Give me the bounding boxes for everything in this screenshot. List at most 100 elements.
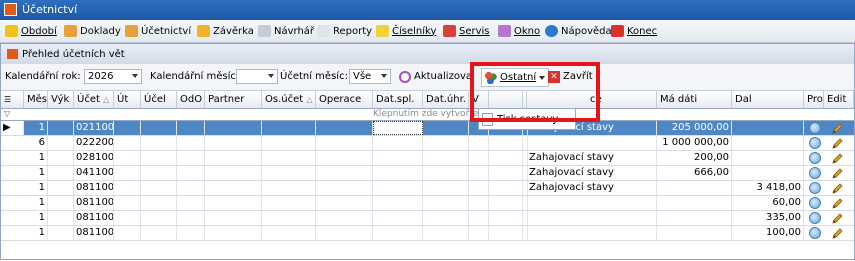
cell-hidden-1[interactable]: [489, 211, 523, 225]
cell-mesic[interactable]: 1: [24, 166, 48, 180]
pencil-icon[interactable]: [831, 122, 844, 135]
cell-ma-dati[interactable]: 1 000 000,00: [657, 136, 732, 150]
menu-item-navrhar[interactable]: Návrhář: [258, 23, 314, 39]
month-select[interactable]: [236, 69, 278, 84]
col-header-ucet[interactable]: Účet △: [74, 91, 114, 109]
cell-mesic[interactable]: 1: [24, 226, 48, 240]
table-row[interactable]: 1 041100 Zahajovací stavy 666,00: [1, 166, 854, 181]
cell-ucel[interactable]: [141, 166, 177, 180]
cell-mesic[interactable]: 1: [24, 196, 48, 210]
cell-odo[interactable]: [177, 226, 205, 240]
menu-item-okno[interactable]: Okno: [498, 23, 540, 39]
magnifier-icon[interactable]: [809, 197, 821, 209]
cell-dat-uhr[interactable]: [423, 181, 469, 195]
pencil-icon[interactable]: [831, 212, 844, 225]
cell-ut[interactable]: [114, 166, 141, 180]
cell-ucet[interactable]: 022200: [74, 136, 114, 150]
cell-odo[interactable]: [177, 181, 205, 195]
cell-vyk[interactable]: [48, 211, 74, 225]
cell-mesic[interactable]: 6: [24, 136, 48, 150]
cell-partner[interactable]: [205, 211, 262, 225]
cell-operace[interactable]: [316, 211, 373, 225]
cell-text[interactable]: Zahajovací stavy: [527, 166, 657, 180]
cell-ma-dati[interactable]: [657, 211, 732, 225]
menu-item-zaverka[interactable]: Závěrka: [197, 23, 254, 39]
cell-dal[interactable]: [732, 166, 804, 180]
cell-partner[interactable]: [205, 226, 262, 240]
table-row[interactable]: 1 081100 100,00: [1, 226, 854, 241]
cell-os-ucet[interactable]: [262, 166, 316, 180]
col-header-ut[interactable]: Út: [114, 91, 141, 109]
col-header-operace[interactable]: Operace: [316, 91, 373, 109]
cell-dat-uhr[interactable]: [423, 166, 469, 180]
col-header-menu[interactable]: ☰: [1, 91, 24, 109]
cell-odo[interactable]: [177, 166, 205, 180]
menu-item-obdobi[interactable]: Období: [5, 23, 57, 39]
year-select[interactable]: 2026: [84, 69, 142, 84]
cell-ma-dati[interactable]: [657, 226, 732, 240]
cell-operace[interactable]: [316, 166, 373, 180]
cell-operace[interactable]: [316, 196, 373, 210]
cell-dal[interactable]: 3 418,00: [732, 181, 804, 195]
cell-vyk[interactable]: [48, 196, 74, 210]
cell-dat-uhr[interactable]: [423, 196, 469, 210]
table-row[interactable]: ▶1021100Zahajovací stavy205 000,00: [1, 121, 854, 136]
cell-dat-spl[interactable]: [373, 121, 423, 135]
cell-ucet[interactable]: 028100: [74, 151, 114, 165]
cell-vyk[interactable]: [48, 181, 74, 195]
magnifier-icon[interactable]: [809, 122, 821, 134]
cell-hidden-1[interactable]: [489, 166, 523, 180]
cell-ucet[interactable]: 041100: [74, 166, 114, 180]
col-header-ma-dati[interactable]: Má dáti: [657, 91, 732, 109]
menu-item-konec[interactable]: Konec: [611, 23, 657, 39]
cell-text[interactable]: [527, 196, 657, 210]
cell-os-ucet[interactable]: [262, 196, 316, 210]
cell-ut[interactable]: [114, 196, 141, 210]
cell-odo[interactable]: [177, 136, 205, 150]
cell-dal[interactable]: [732, 136, 804, 150]
cell-ucel[interactable]: [141, 226, 177, 240]
cell-v[interactable]: [469, 196, 489, 210]
table-row[interactable]: 1 081100 60,00: [1, 196, 854, 211]
cell-ut[interactable]: [114, 121, 141, 135]
cell-odo[interactable]: [177, 196, 205, 210]
col-header-os-ucet[interactable]: Os.účet △: [262, 91, 316, 109]
col-header-dat-spl[interactable]: Dat.spl.: [373, 91, 423, 109]
cell-ut[interactable]: [114, 211, 141, 225]
col-header-vyk[interactable]: Výk: [48, 91, 74, 109]
magnifier-icon[interactable]: [809, 152, 821, 164]
cell-partner[interactable]: [205, 121, 262, 135]
cell-dat-uhr[interactable]: [423, 151, 469, 165]
pencil-icon[interactable]: [831, 167, 844, 180]
cell-dal[interactable]: 335,00: [732, 211, 804, 225]
cell-dat-spl[interactable]: [373, 211, 423, 225]
pencil-icon[interactable]: [831, 137, 844, 150]
menu-item-napoveda[interactable]: Nápověda: [545, 23, 612, 39]
cell-v[interactable]: [469, 136, 489, 150]
cell-text[interactable]: Zahajovací stavy: [527, 151, 657, 165]
cell-partner[interactable]: [205, 196, 262, 210]
cell-ucet[interactable]: 081100: [74, 181, 114, 195]
acc-month-select[interactable]: Vše: [349, 69, 391, 84]
cell-dal[interactable]: [732, 151, 804, 165]
cell-ucel[interactable]: [141, 211, 177, 225]
cell-dat-spl[interactable]: [373, 196, 423, 210]
cell-hidden-1[interactable]: [489, 196, 523, 210]
menu-item-ucetnictvi[interactable]: Účetnictví: [125, 23, 191, 39]
cell-os-ucet[interactable]: [262, 136, 316, 150]
menu-item-servis[interactable]: Servis: [443, 23, 490, 39]
cell-mesic[interactable]: 1: [24, 211, 48, 225]
pencil-icon[interactable]: [831, 227, 844, 240]
magnifier-icon[interactable]: [809, 212, 821, 224]
col-header-dal[interactable]: Dal: [732, 91, 804, 109]
cell-v[interactable]: [469, 226, 489, 240]
cell-text[interactable]: Zahajovací stavy: [527, 181, 657, 195]
magnifier-icon[interactable]: [809, 137, 821, 149]
cell-v[interactable]: [469, 211, 489, 225]
refresh-button[interactable]: Aktualizova: [399, 68, 472, 85]
cell-ucel[interactable]: [141, 136, 177, 150]
cell-text[interactable]: [527, 136, 657, 150]
cell-vyk[interactable]: [48, 166, 74, 180]
cell-ut[interactable]: [114, 136, 141, 150]
cell-ucet[interactable]: 021100: [74, 121, 114, 135]
